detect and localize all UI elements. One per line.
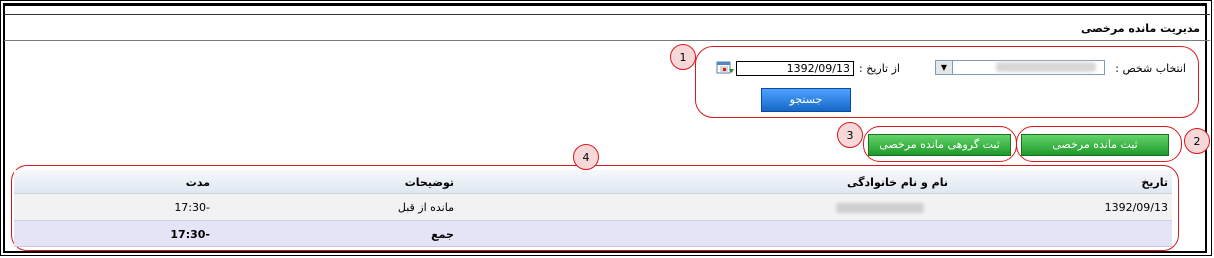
row-name-redacted xyxy=(836,203,924,213)
row-duration: -17:30 xyxy=(174,201,210,214)
person-select[interactable]: ▼ xyxy=(935,60,1105,75)
column-header-duration[interactable]: مدت xyxy=(186,176,210,189)
callout-badge-1: 1 xyxy=(670,44,696,70)
register-remaining-leave-button[interactable]: ثبت مانده مرخصی xyxy=(1021,134,1169,156)
top-divider xyxy=(4,14,1210,15)
table-header: تاریخ نام و نام خانوادگی توضیحات مدت xyxy=(14,170,1172,193)
page-title: مدیریت مانده مرخصی xyxy=(1080,22,1200,35)
row-description: مانده از قبل xyxy=(397,201,454,214)
table-row[interactable]: 1392/09/13 مانده از قبل -17:30 xyxy=(14,193,1172,221)
row-date: 1392/09/13 xyxy=(1104,201,1168,214)
title-divider xyxy=(4,40,1210,41)
table-footer-row: جمع -17:30 xyxy=(14,221,1172,247)
from-date-label: از تاریخ : xyxy=(859,62,900,75)
person-select-value xyxy=(996,62,1096,72)
search-button[interactable]: جستجو xyxy=(761,88,851,112)
from-date-field[interactable]: 1392/09/13 xyxy=(736,61,854,76)
column-header-name[interactable]: نام و نام خانوادگی xyxy=(847,176,948,189)
footer-total: -17:30 xyxy=(170,228,210,241)
footer-label: جمع xyxy=(431,228,454,241)
callout-badge-4: 4 xyxy=(573,144,599,170)
callout-badge-2: 2 xyxy=(1184,128,1210,154)
group-register-remaining-leave-button[interactable]: ثبت گروهی مانده مرخصی xyxy=(868,134,1011,156)
person-label: انتخاب شخص : xyxy=(1115,62,1186,75)
callout-badge-3: 3 xyxy=(837,122,863,148)
chevron-down-icon[interactable]: ▼ xyxy=(936,61,953,74)
calendar-icon[interactable] xyxy=(716,60,734,75)
column-header-description[interactable]: توضیحات xyxy=(405,176,454,189)
column-header-date[interactable]: تاریخ xyxy=(1141,176,1168,189)
